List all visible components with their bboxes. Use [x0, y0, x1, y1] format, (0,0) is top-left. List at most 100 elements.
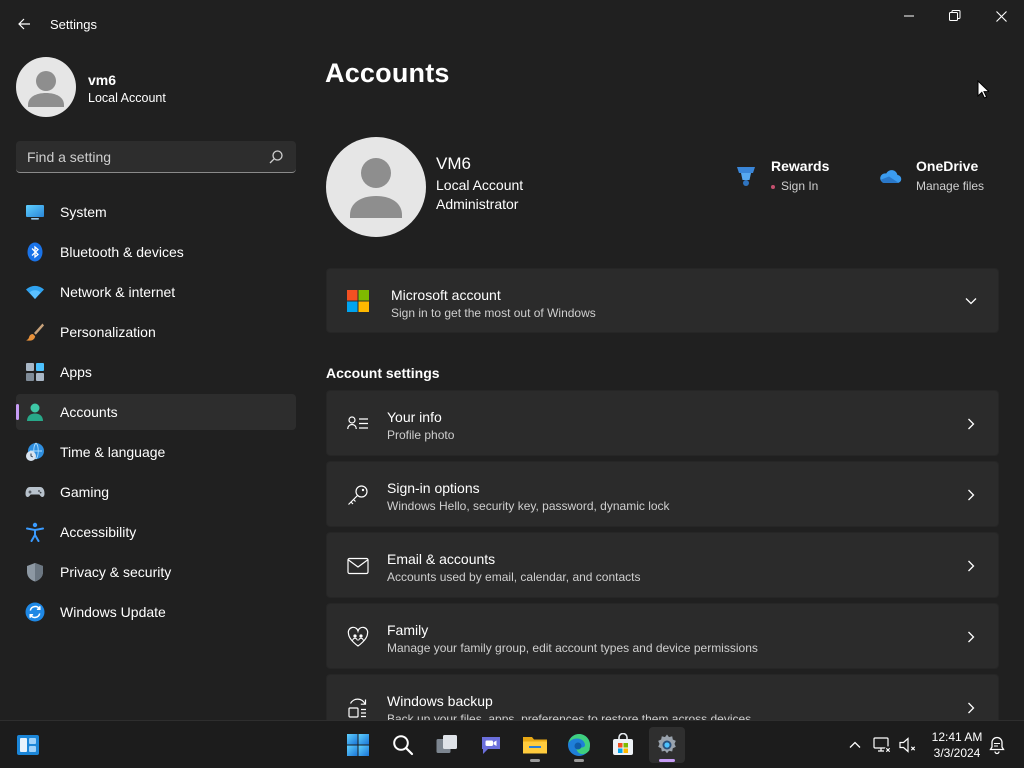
- sidebar-item-label: Apps: [60, 364, 92, 380]
- sidebar-item-accessibility[interactable]: Accessibility: [16, 514, 296, 550]
- windows-backup-subtitle: Back up your files, apps, preferences to…: [387, 712, 752, 720]
- sidebar-nav: System Bluetooth & devices Network & int…: [16, 194, 296, 634]
- sidebar-item-personalization[interactable]: Personalization: [16, 314, 296, 350]
- sign-in-options-subtitle: Windows Hello, security key, password, d…: [387, 499, 670, 513]
- task-view-button[interactable]: [429, 727, 465, 763]
- chevron-right-icon: [968, 560, 975, 572]
- settings-app-button[interactable]: [649, 727, 685, 763]
- chevron-down-icon: [965, 298, 977, 305]
- sidebar-item-accounts[interactable]: Accounts: [16, 394, 296, 430]
- bluetooth-icon: [25, 242, 45, 262]
- email-accounts-title: Email & accounts: [387, 551, 496, 567]
- restore-button[interactable]: [932, 0, 978, 32]
- your-info-icon: [347, 416, 368, 430]
- microsoft-account-card[interactable]: Microsoft account Sign in to get the mos…: [326, 268, 999, 333]
- microsoft-account-subtitle: Sign in to get the most out of Windows: [391, 306, 596, 320]
- section-label-account-settings: Account settings: [326, 365, 440, 381]
- store-button[interactable]: [605, 727, 641, 763]
- windows-backup-title: Windows backup: [387, 693, 493, 709]
- sidebar-item-label: Windows Update: [60, 604, 166, 620]
- sidebar-item-system[interactable]: System: [16, 194, 296, 230]
- network-disconnected-icon: [873, 737, 892, 754]
- clock[interactable]: 12:41 AM 3/3/2024: [922, 729, 992, 761]
- your-info-title: Your info: [387, 409, 442, 425]
- chevron-right-icon: [968, 631, 975, 643]
- sign-in-options-card[interactable]: Sign-in options Windows Hello, security …: [326, 461, 999, 527]
- search-icon: [393, 735, 414, 756]
- sidebar-item-bluetooth[interactable]: Bluetooth & devices: [16, 234, 296, 270]
- mail-icon: [347, 557, 369, 575]
- sidebar-item-label: Gaming: [60, 484, 110, 500]
- wifi-icon: [25, 282, 45, 302]
- start-icon: [347, 734, 369, 756]
- sidebar-item-gaming[interactable]: Gaming: [16, 474, 296, 510]
- minimize-button[interactable]: [886, 0, 932, 32]
- profile-name: vm6: [88, 72, 117, 88]
- widgets-button[interactable]: [10, 727, 46, 763]
- rewards-link[interactable]: Rewards Sign In: [734, 158, 844, 198]
- chevron-right-icon: [968, 418, 975, 430]
- volume-tray-button[interactable]: [898, 735, 918, 755]
- apps-icon: [25, 362, 45, 382]
- edge-button[interactable]: [561, 727, 597, 763]
- sidebar-item-label: Accessibility: [60, 524, 137, 540]
- account-avatar[interactable]: [326, 137, 426, 237]
- sidebar-item-windows-update[interactable]: Windows Update: [16, 594, 296, 630]
- sidebar-item-label: Accounts: [60, 404, 118, 420]
- app-title: Settings: [50, 17, 97, 32]
- close-button[interactable]: [978, 0, 1024, 32]
- file-explorer-icon: [523, 737, 547, 754]
- close-icon: [995, 10, 1007, 22]
- onedrive-icon: [880, 170, 902, 184]
- onedrive-title: OneDrive: [916, 158, 979, 174]
- microsoft-account-title: Microsoft account: [391, 287, 501, 303]
- sidebar-item-label: Network & internet: [60, 284, 176, 300]
- file-explorer-button[interactable]: [517, 727, 553, 763]
- account-name: VM6: [436, 154, 471, 173]
- sidebar-item-time-language[interactable]: Time & language: [16, 434, 296, 470]
- teams-chat-icon: [482, 737, 500, 754]
- volume-muted-icon: [899, 737, 917, 753]
- person-icon: [350, 158, 402, 218]
- profile-account-type: Local Account: [88, 91, 166, 105]
- family-card[interactable]: Family Manage your family group, edit ac…: [326, 603, 999, 669]
- running-indicator: [530, 759, 540, 762]
- email-accounts-subtitle: Accounts used by email, calendar, and co…: [387, 570, 641, 584]
- onedrive-link[interactable]: OneDrive Manage files: [879, 158, 999, 198]
- store-icon: [613, 733, 633, 755]
- clock-date: 3/3/2024: [933, 746, 981, 760]
- accounts-icon: [25, 402, 45, 422]
- sidebar-item-label: Time & language: [60, 444, 166, 460]
- back-button[interactable]: [10, 10, 38, 38]
- family-subtitle: Manage your family group, edit account t…: [387, 641, 758, 655]
- show-hidden-icons-button[interactable]: [845, 735, 865, 755]
- person-icon: [28, 71, 64, 107]
- your-info-card[interactable]: Your info Profile photo: [326, 390, 999, 456]
- system-icon: [25, 202, 45, 222]
- back-arrow-icon: [18, 18, 30, 30]
- email-accounts-card[interactable]: Email & accounts Accounts used by email,…: [326, 532, 999, 598]
- windows-backup-card[interactable]: Windows backup Back up your files, apps,…: [326, 674, 999, 720]
- page-title: Accounts: [325, 58, 450, 88]
- time-language-icon: [25, 442, 45, 462]
- chevron-right-icon: [968, 489, 975, 501]
- sidebar-item-apps[interactable]: Apps: [16, 354, 296, 390]
- title-bar: Settings: [0, 0, 1024, 48]
- sidebar-item-privacy-security[interactable]: Privacy & security: [16, 554, 296, 590]
- network-tray-button[interactable]: [872, 735, 892, 755]
- brush-icon: [25, 322, 45, 342]
- chat-button[interactable]: [473, 727, 509, 763]
- start-button[interactable]: [340, 727, 376, 763]
- active-indicator: [659, 759, 675, 762]
- microsoft-logo-icon: [347, 290, 369, 312]
- avatar[interactable]: [16, 57, 76, 117]
- notifications-button[interactable]: [987, 735, 1007, 755]
- sidebar-item-label: Bluetooth & devices: [60, 244, 184, 260]
- onedrive-subtitle: Manage files: [916, 179, 985, 193]
- search-input[interactable]: [16, 141, 266, 172]
- search-box[interactable]: [16, 141, 296, 173]
- taskbar-search-button[interactable]: [385, 727, 421, 763]
- taskbar: 12:41 AM 3/3/2024: [0, 720, 1024, 768]
- sidebar-item-network[interactable]: Network & internet: [16, 274, 296, 310]
- minimize-icon: [904, 15, 914, 17]
